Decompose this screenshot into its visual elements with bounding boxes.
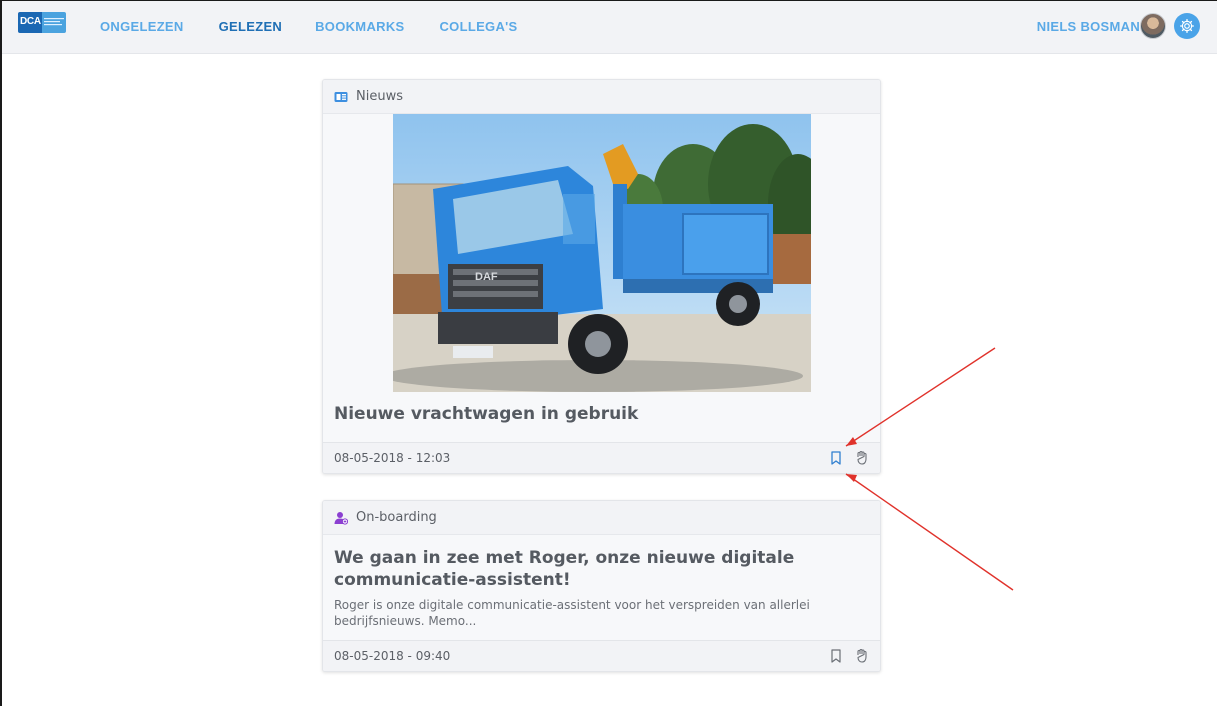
svg-text:DAF: DAF — [475, 271, 498, 283]
nav-item-bookmarks[interactable]: BOOKMARKS — [315, 19, 404, 34]
settings-button[interactable] — [1174, 13, 1200, 39]
card-title[interactable]: We gaan in zee met Roger, onze nieuwe di… — [334, 547, 869, 591]
card-category: On-boarding — [356, 510, 437, 525]
user-name[interactable]: NIELS BOSMANS — [1037, 19, 1149, 34]
card-header: On-boarding — [323, 501, 880, 535]
card-body: We gaan in zee met Roger, onze nieuwe di… — [323, 535, 880, 641]
newspaper-icon — [334, 90, 348, 104]
news-card[interactable]: Nieuws DAF Nieuwe vrachtwagen in gebruik… — [322, 79, 881, 474]
top-navigation-bar: DCA ONGELEZEN GELEZEN BOOKMARKS COLLEGA'… — [2, 1, 1217, 54]
card-footer: 08-05-2018 - 09:40 — [323, 640, 880, 671]
company-logo[interactable]: DCA — [18, 12, 66, 33]
thumbs-up-icon[interactable] — [854, 450, 870, 466]
bookmark-icon[interactable] — [828, 450, 844, 466]
logo-tagline-mark — [44, 16, 64, 28]
card-date: 08-05-2018 - 09:40 — [334, 649, 451, 663]
card-category: Nieuws — [356, 89, 403, 104]
card-title[interactable]: Nieuwe vrachtwagen in gebruik — [334, 404, 638, 424]
card-date: 08-05-2018 - 12:03 — [334, 451, 451, 465]
card-actions — [828, 450, 870, 466]
gear-icon — [1180, 19, 1194, 33]
nav-item-collegas[interactable]: COLLEGA'S — [439, 19, 517, 34]
thumbs-up-icon[interactable] — [854, 648, 870, 664]
logo-text: DCA — [20, 16, 41, 27]
nav-item-ongelezen[interactable]: ONGELEZEN — [100, 19, 184, 34]
card-body: DAF Nieuwe vrachtwagen in gebruik — [323, 114, 880, 443]
main-nav: ONGELEZEN GELEZEN BOOKMARKS COLLEGA'S — [100, 19, 518, 34]
card-header: Nieuws — [323, 80, 880, 114]
truck-photo[interactable]: DAF — [393, 114, 811, 392]
card-actions — [828, 648, 870, 664]
nav-item-gelezen[interactable]: GELEZEN — [219, 19, 283, 34]
onboarding-card[interactable]: On-boarding We gaan in zee met Roger, on… — [322, 500, 881, 672]
user-plus-icon — [334, 511, 348, 525]
card-footer: 08-05-2018 - 12:03 — [323, 442, 880, 473]
card-excerpt: Roger is onze digitale communicatie-assi… — [334, 598, 810, 628]
bookmark-icon[interactable] — [828, 648, 844, 664]
avatar[interactable] — [1140, 13, 1166, 39]
